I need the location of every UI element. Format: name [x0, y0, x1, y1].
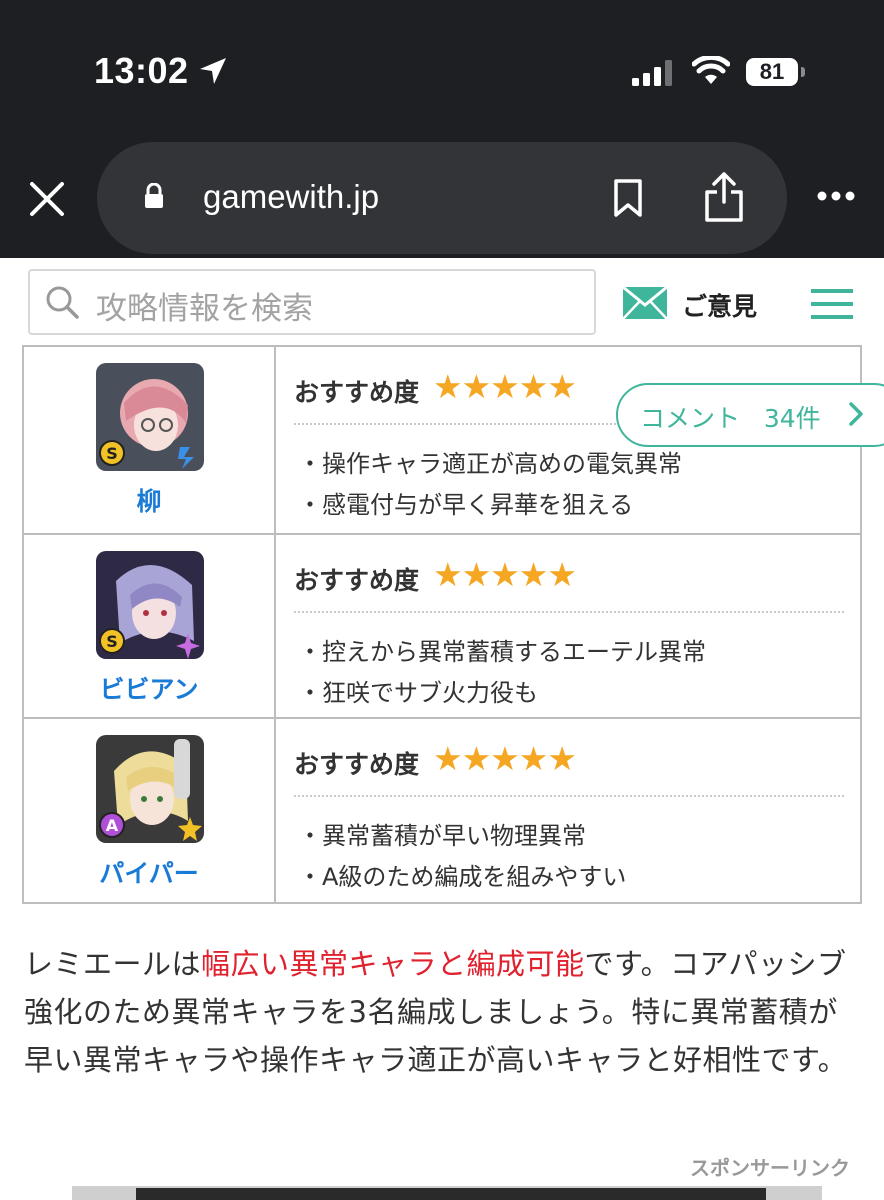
- character-cell[interactable]: S ビビアン: [22, 533, 276, 719]
- paragraph-text: レミエールは: [24, 947, 202, 981]
- comment-label: コメント: [640, 404, 741, 433]
- recommendation-cell: おすすめ度 ★★★★★ ・異常蓄積が早い物理異常 ・A級のため編成を組みやすい: [274, 717, 862, 904]
- svg-text:A: A: [106, 816, 119, 835]
- table-row: A パイパー おすすめ度 ★★★★★ ・異常蓄積が早い物理異常 ・A級のため編成…: [22, 717, 862, 904]
- battery-indicator: 81: [746, 58, 798, 86]
- lock-icon: [145, 183, 163, 208]
- character-name[interactable]: ビビアン: [24, 670, 274, 706]
- address-bar[interactable]: [97, 142, 787, 254]
- recommendation-cell: おすすめ度 ★★★★★ ・控えから異常蓄積するエーテル異常 ・狂咲でサブ火力役も: [274, 533, 862, 719]
- svg-text:S: S: [106, 632, 118, 651]
- url-text[interactable]: gamewith.jp: [203, 178, 379, 216]
- divider: [294, 795, 844, 797]
- point-text: ・異常蓄積が早い物理異常: [298, 822, 586, 850]
- close-icon[interactable]: [28, 180, 66, 218]
- wifi-icon: [692, 56, 730, 84]
- menu-icon[interactable]: [811, 289, 853, 319]
- status-time: 13:02: [94, 50, 189, 91]
- sponsor-label: スポンサーリンク: [690, 1156, 850, 1180]
- description-paragraph: レミエールは幅広い異常キャラと編成可能です。コアパッシブ強化のため異常キャラを3…: [24, 940, 864, 1084]
- character-name[interactable]: 柳: [24, 482, 274, 518]
- point-text: ・A級のため編成を組みやすい: [298, 863, 627, 891]
- character-avatar-yanagi[interactable]: S: [96, 363, 204, 471]
- point-text: ・操作キャラ適正が高めの電気異常: [298, 450, 682, 478]
- star-rating: ★★★★★: [433, 367, 577, 406]
- bookmark-icon[interactable]: [612, 178, 644, 218]
- svg-text:S: S: [106, 444, 118, 463]
- recommendation-label: おすすめ度: [294, 378, 420, 407]
- location-arrow-icon: [200, 58, 226, 84]
- divider: [294, 611, 844, 613]
- star-rating: ★★★★★: [433, 555, 577, 594]
- chevron-right-icon[interactable]: [848, 401, 864, 427]
- battery-tip: [801, 67, 805, 77]
- table-row: S ビビアン おすすめ度 ★★★★★ ・控えから異常蓄積するエーテル異常 ・狂咲…: [22, 533, 862, 719]
- recommendation-label: おすすめ度: [294, 566, 420, 595]
- highlight-text: 幅広い異常キャラと編成可能: [201, 947, 585, 981]
- ad-banner-image[interactable]: [136, 1188, 766, 1200]
- comment-button-label[interactable]: コメント 34件: [640, 399, 821, 435]
- star-rating: ★★★★★: [433, 739, 577, 778]
- search-placeholder[interactable]: 攻略情報を検索: [96, 283, 313, 328]
- more-options-icon[interactable]: [816, 190, 856, 202]
- point-text: ・感電付与が早く昇華を狙える: [298, 491, 634, 519]
- mail-icon[interactable]: [622, 286, 668, 320]
- character-avatar-piper[interactable]: A: [96, 735, 204, 843]
- opinion-link[interactable]: ご意見: [682, 287, 757, 323]
- share-icon[interactable]: [703, 170, 745, 224]
- point-text: ・控えから異常蓄積するエーテル異常: [298, 638, 706, 666]
- character-cell[interactable]: A パイパー: [22, 717, 276, 904]
- search-icon: [46, 286, 79, 319]
- comment-count: 34件: [763, 404, 821, 433]
- cellular-signal-icon: [632, 60, 672, 86]
- point-text: ・狂咲でサブ火力役も: [298, 679, 538, 707]
- character-avatar-vivian[interactable]: S: [96, 551, 204, 659]
- character-name[interactable]: パイパー: [24, 854, 274, 890]
- recommendation-label: おすすめ度: [294, 750, 420, 779]
- character-cell[interactable]: S 柳: [22, 345, 276, 535]
